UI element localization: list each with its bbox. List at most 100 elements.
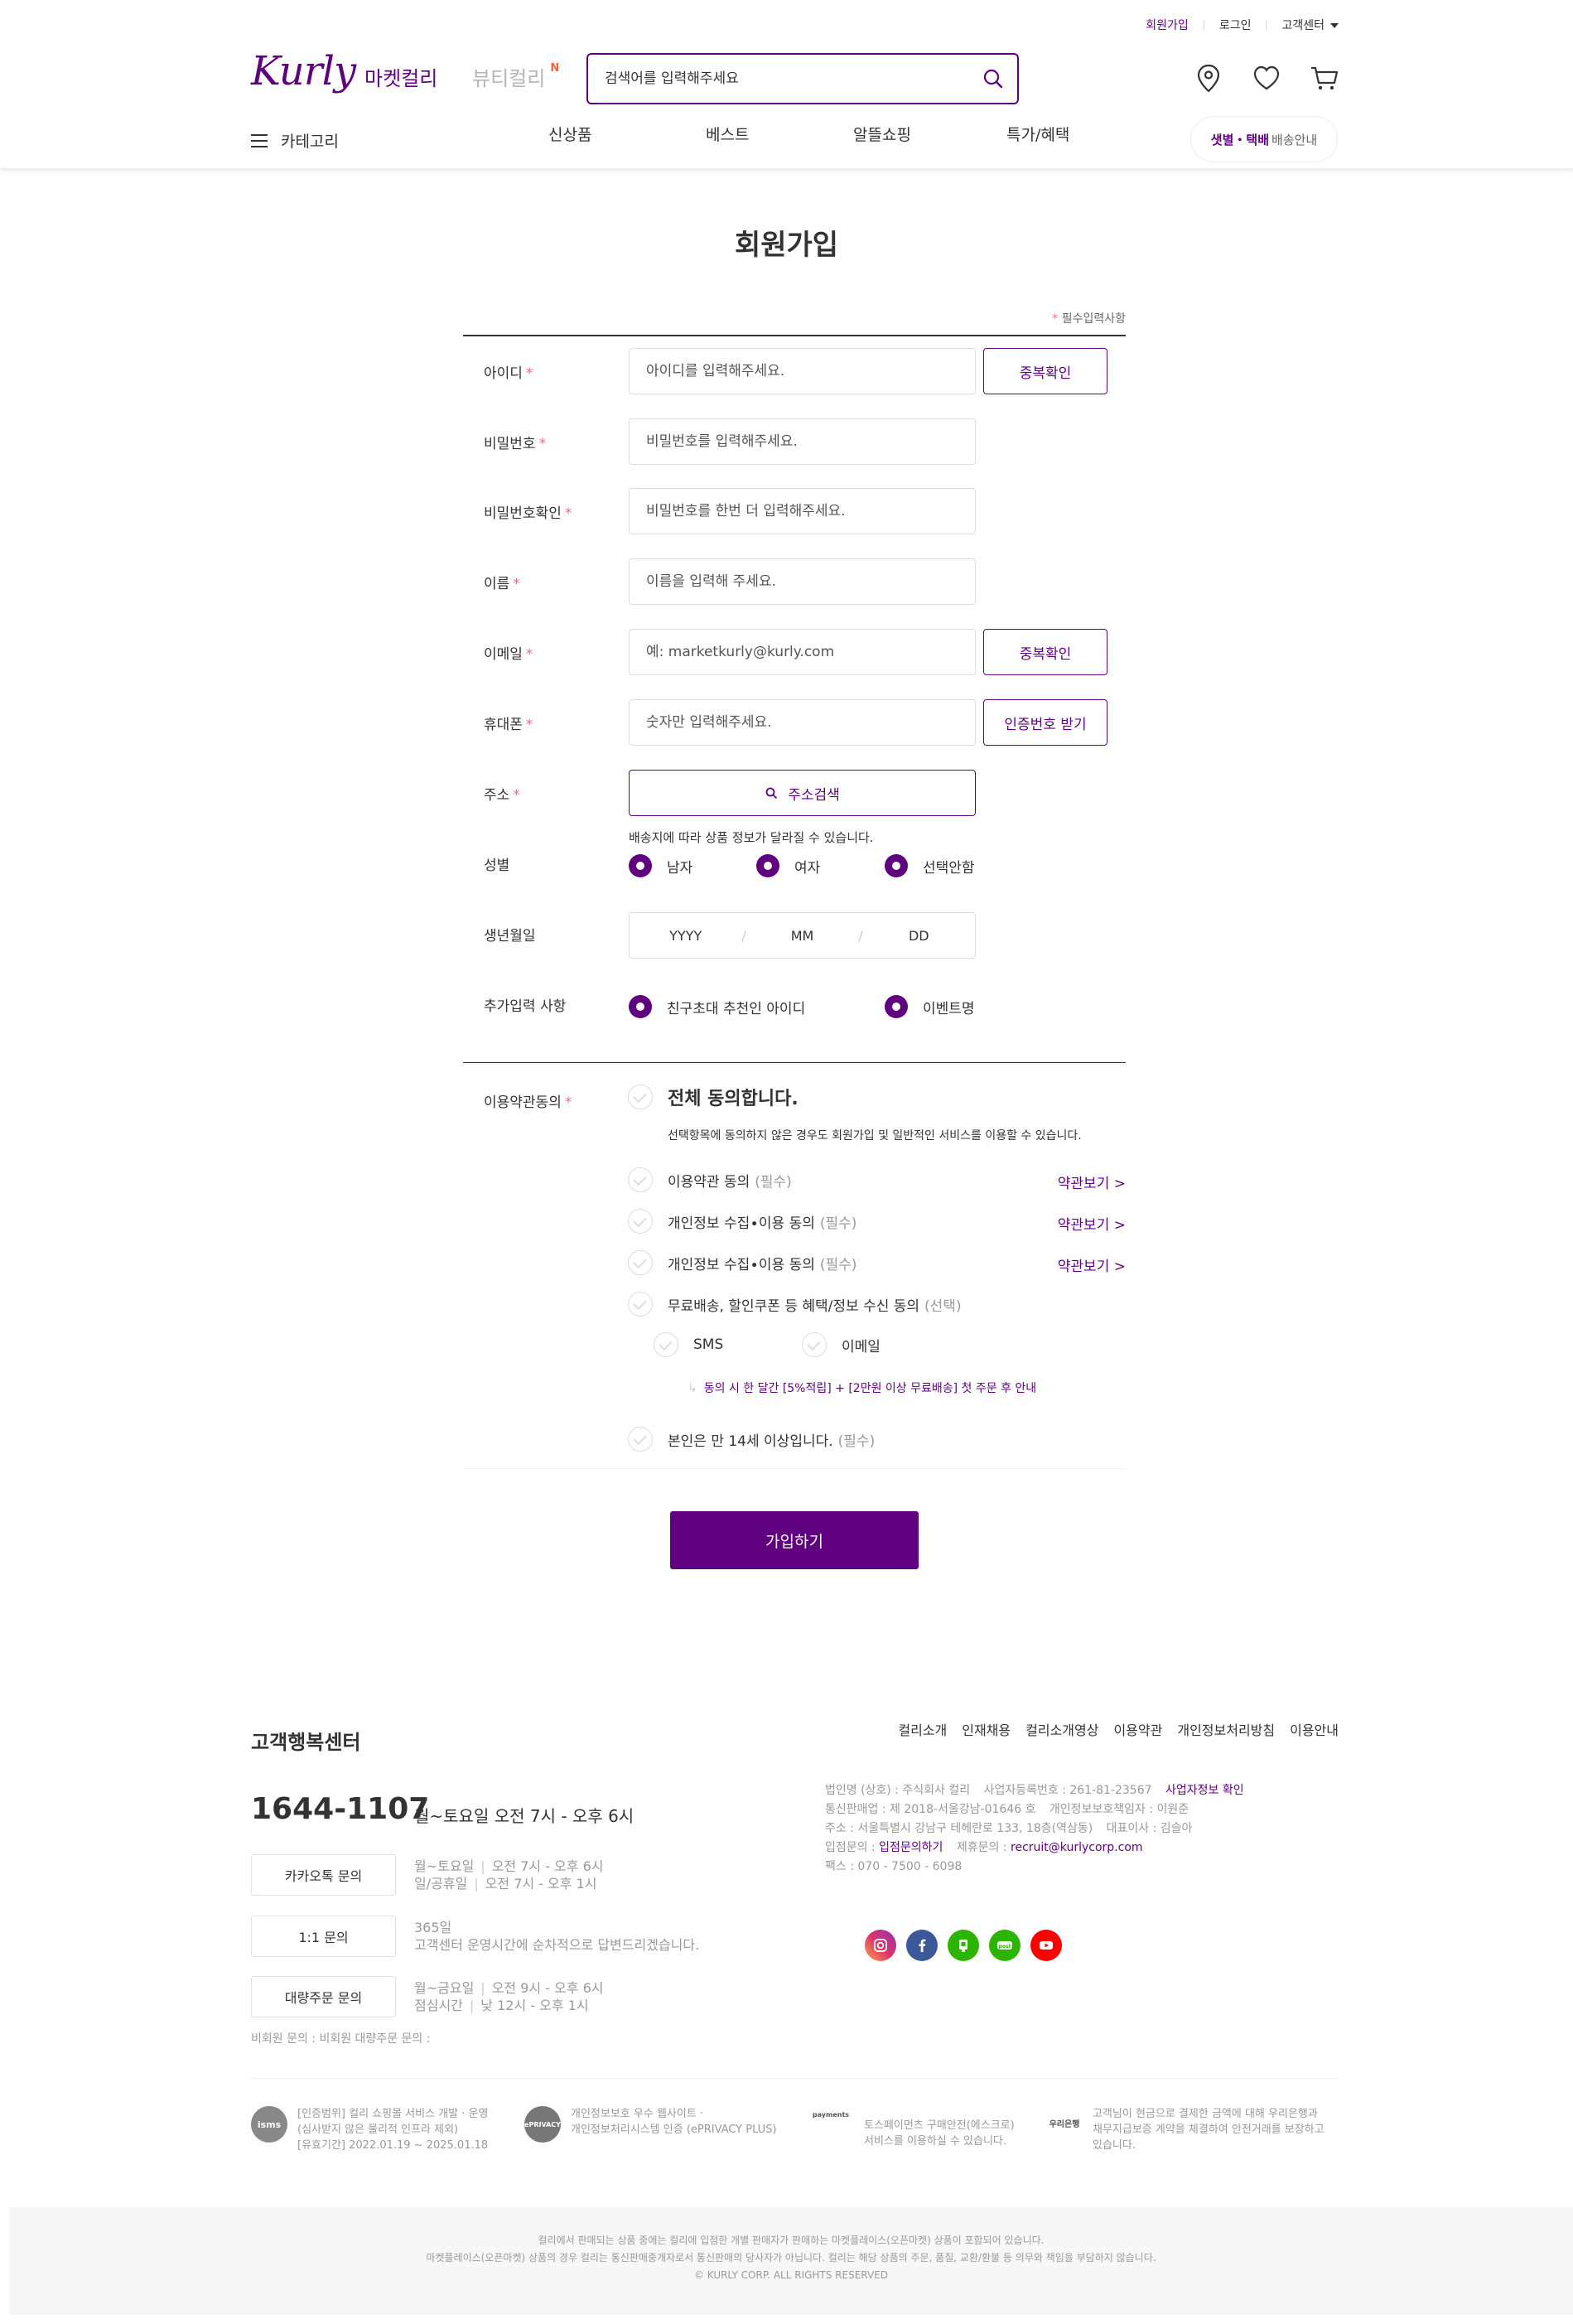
- bulk-hours: 오전 9시 - 오후 6시: [491, 1980, 604, 1996]
- marketing-item-label: 무료배송, 할인쿠폰 등 혜택/정보 수신 동의: [668, 1297, 920, 1315]
- email-input[interactable]: [629, 629, 976, 675]
- heart-icon[interactable]: [1250, 61, 1283, 94]
- bulk-order-inquiry-button[interactable]: 대량주문 문의: [251, 1976, 396, 2017]
- category-menu[interactable]: 카테고리: [251, 129, 339, 152]
- cert-text: 고객님이 현금으로 결제한 금액에 대해 우리은행과: [1093, 2108, 1318, 2120]
- isms-badge-icon: isms: [251, 2106, 287, 2143]
- mail-order-number: 통신판매업 : 제 2018-서울강남-01646 호: [825, 1803, 1036, 1816]
- terms-view-link[interactable]: 약관보기 >: [1058, 1172, 1126, 1192]
- radio-dot: [756, 854, 779, 877]
- check-circle-icon: [628, 1085, 653, 1109]
- gnb-item-new[interactable]: 신상품: [548, 123, 591, 145]
- phone-verify-button[interactable]: 인증번호 받기: [983, 699, 1107, 746]
- signup-link[interactable]: 회원가입: [1146, 17, 1189, 33]
- privacy-item-checkbox[interactable]: 개인정보 수집∙이용 동의 (필수): [628, 1209, 856, 1234]
- delivery-bold: 샛별・택배: [1210, 132, 1269, 147]
- cert-text: 있습니다.: [1093, 2139, 1136, 2152]
- toss-payments-logo-icon: payments: [808, 2106, 854, 2123]
- eprivacy-badge-icon: ePRIVACY: [524, 2106, 561, 2143]
- tab-beauty-kurly[interactable]: 뷰티컬리 N: [472, 62, 559, 91]
- agree-all-checkbox[interactable]: 전체 동의합니다.: [628, 1084, 799, 1110]
- password-label-text: 비밀번호: [484, 436, 536, 452]
- password-confirm-input[interactable]: [629, 488, 976, 534]
- youtube-icon[interactable]: [1030, 1930, 1062, 1961]
- kakao-inquiry-button[interactable]: 카카오톡 문의: [251, 1854, 396, 1896]
- id-check-button[interactable]: 중복확인: [983, 348, 1107, 394]
- footer-link-about[interactable]: 컬리소개: [898, 1719, 947, 1739]
- age-checkbox[interactable]: 본인은 만 14세 이상입니다. (필수): [628, 1427, 875, 1452]
- age-tag: (필수): [837, 1433, 876, 1450]
- email-check-button[interactable]: 중복확인: [983, 629, 1107, 675]
- gnb-item-best[interactable]: 베스트: [706, 123, 749, 145]
- phone-label: 휴대폰 *: [484, 713, 533, 733]
- footer-link-privacy[interactable]: 개인정보처리방침: [1177, 1719, 1275, 1739]
- extra-event-radio[interactable]: 이벤트명: [885, 995, 975, 1018]
- birth-day-input[interactable]: DD: [863, 928, 975, 944]
- extra-referrer-radio[interactable]: 친구초대 추천인 아이디: [629, 995, 805, 1018]
- name-input[interactable]: [629, 558, 976, 605]
- search-input[interactable]: [588, 55, 953, 103]
- store-inquiry-link[interactable]: 입점문의하기: [879, 1841, 943, 1854]
- isms-cert: isms [인증범위] 컬리 쇼핑몰 서비스 개발 · 운영 (심사받지 않은 물…: [251, 2106, 488, 2153]
- footer-link-terms[interactable]: 이용약관: [1113, 1719, 1162, 1739]
- privacy2-item-checkbox[interactable]: 개인정보 수집∙이용 동의 (필수): [628, 1250, 856, 1275]
- privacy2-view-link[interactable]: 약관보기 >: [1058, 1254, 1126, 1275]
- kakao-days: 월~토요일: [414, 1858, 475, 1874]
- check-circle-icon: [628, 1209, 653, 1234]
- email-consent-checkbox[interactable]: 이메일: [802, 1332, 881, 1357]
- kurly-logo[interactable]: Kurly: [251, 48, 356, 94]
- tab-market-kurly[interactable]: 마켓컬리: [364, 62, 437, 91]
- marketing-item-checkbox[interactable]: 무료배송, 할인쿠폰 등 혜택/정보 수신 동의 (선택): [628, 1292, 962, 1317]
- required-star: *: [1052, 312, 1059, 326]
- login-link[interactable]: 로그인: [1219, 17, 1252, 33]
- naver-blog-icon[interactable]: [948, 1930, 979, 1961]
- privacy-view-link[interactable]: 약관보기 >: [1058, 1213, 1126, 1234]
- password-input[interactable]: [629, 418, 976, 465]
- radio-label: 이벤트명: [923, 1000, 975, 1017]
- instagram-icon[interactable]: [865, 1930, 896, 1961]
- required-star: *: [525, 717, 533, 733]
- marketplace-notice: 컬리에서 판매되는 상품 중에는 컬리에 입점한 개별 판매자가 판매하는 마켓…: [538, 2235, 1045, 2246]
- kakao-holiday: 일/공휴일: [414, 1876, 468, 1892]
- birth-month-input[interactable]: MM: [746, 928, 858, 944]
- cs-phone: 1644-1107: [251, 1792, 430, 1826]
- cart-icon[interactable]: [1308, 61, 1341, 94]
- business-info-link[interactable]: 사업자정보 확인: [1165, 1784, 1244, 1797]
- footer-link-video[interactable]: 컬리소개영상: [1025, 1719, 1098, 1739]
- id-input[interactable]: [629, 348, 976, 394]
- tab-beauty-label: 뷰티컬리: [472, 67, 546, 90]
- location-pin-icon[interactable]: [1192, 61, 1225, 94]
- delivery-rest: 배송안내: [1271, 132, 1318, 147]
- svg-text:post: post: [999, 1944, 1011, 1950]
- gender-male-radio[interactable]: 남자: [629, 854, 692, 877]
- signup-submit-button[interactable]: 가입하기: [670, 1511, 919, 1569]
- terms-item-checkbox[interactable]: 이용약관 동의 (필수): [628, 1167, 792, 1192]
- kakao-hours: 오전 7시 - 오후 6시: [491, 1858, 604, 1874]
- facebook-icon[interactable]: [906, 1930, 938, 1961]
- footer-link-guide[interactable]: 이용안내: [1290, 1719, 1339, 1739]
- bulk-lunch-hours: 낮 12시 - 오후 1시: [480, 1998, 589, 2013]
- caret-down-icon: [1330, 23, 1339, 28]
- gnb-item-saving[interactable]: 알뜰쇼핑: [853, 123, 911, 145]
- address-search-button[interactable]: 주소검색: [629, 770, 976, 816]
- sms-checkbox[interactable]: SMS: [654, 1332, 723, 1357]
- phone-input[interactable]: [629, 699, 976, 746]
- customer-center-link[interactable]: 고객센터: [1281, 17, 1339, 33]
- one-on-one-inquiry-button[interactable]: 1:1 문의: [251, 1916, 396, 1957]
- eprivacy-cert: ePRIVACY 개인정보보호 우수 웹사이트 · 개인정보처리시스템 인증 (e…: [524, 2106, 777, 2143]
- copyright: © KURLY CORP. ALL RIGHTS RESERVED: [693, 2269, 889, 2281]
- birth-input-group: YYYY / MM / DD: [629, 912, 976, 959]
- naver-post-icon[interactable]: post: [989, 1930, 1021, 1961]
- birth-year-input[interactable]: YYYY: [630, 928, 741, 944]
- required-star: *: [513, 787, 520, 804]
- gnb-item-special[interactable]: 특가/혜택: [1006, 123, 1069, 145]
- footer-link-careers[interactable]: 인재채용: [962, 1719, 1011, 1739]
- gender-none-radio[interactable]: 선택안함: [885, 854, 975, 877]
- search-icon[interactable]: [981, 66, 1006, 91]
- delivery-info-button[interactable]: 샛별・택배 배송안내: [1190, 116, 1338, 162]
- divider: [463, 1468, 1126, 1469]
- partnership-email[interactable]: recruit@kurlycorp.com: [1011, 1841, 1143, 1854]
- gender-female-radio[interactable]: 여자: [756, 854, 820, 877]
- address-note: 배송지에 따라 상품 정보가 달라질 수 있습니다.: [629, 830, 874, 845]
- required-star: *: [564, 505, 572, 522]
